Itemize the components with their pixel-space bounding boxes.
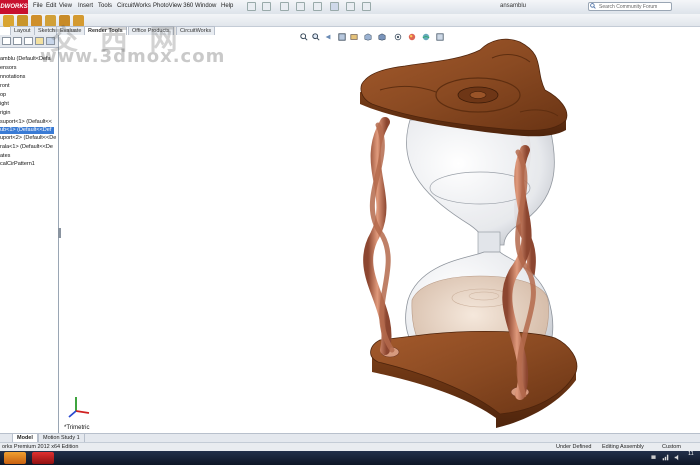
tree-item-tub-1[interactable]: ub<1> (Default<<Def — [0, 127, 55, 134]
glass-neck — [477, 231, 501, 255]
graphics-viewport[interactable] — [61, 35, 700, 433]
watermark-url: www.3dmox.com — [40, 46, 226, 67]
wooden-top-plate[interactable] — [360, 38, 568, 131]
taskbar-app-icon[interactable] — [4, 452, 26, 464]
tray-network-icon[interactable] — [662, 454, 669, 461]
menu-insert[interactable]: Insert — [78, 3, 93, 9]
search-input[interactable]: Search Community Forum — [588, 2, 672, 11]
taskbar-clock[interactable]: 11 — [688, 451, 694, 457]
menu-view[interactable]: View — [59, 3, 72, 9]
feature-manager-panel — [0, 35, 59, 433]
tray-volume-icon[interactable] — [674, 454, 681, 461]
configuration-manager-tab-icon[interactable] — [24, 37, 33, 45]
view-orientation-label: *Trimetric — [64, 425, 90, 431]
app-logo[interactable]: DWORKS — [0, 0, 28, 14]
display-manager-tab-icon[interactable] — [35, 37, 44, 45]
feature-tree-tab-icon[interactable] — [2, 37, 11, 45]
taskbar-solidworks-icon[interactable] — [32, 452, 54, 464]
tray-flag-icon[interactable] — [650, 454, 657, 461]
menu-window[interactable]: Window — [195, 3, 216, 9]
tab-layout[interactable]: Layout — [10, 26, 35, 35]
undo-icon[interactable] — [313, 2, 322, 11]
search-icon[interactable] — [590, 3, 596, 9]
rebuild-icon[interactable] — [346, 2, 355, 11]
tree-item-sensors[interactable]: ensors — [0, 65, 17, 72]
os-taskbar — [0, 451, 700, 465]
tree-item-origin[interactable]: rigin — [0, 110, 10, 117]
menu-file[interactable]: File — [33, 3, 43, 9]
print-icon[interactable] — [296, 2, 305, 11]
menu-edit[interactable]: Edit — [46, 3, 56, 9]
options-icon[interactable] — [362, 2, 371, 11]
new-document-icon[interactable] — [247, 2, 256, 11]
tree-item-suport-1[interactable]: suport<1> (Default<< — [0, 119, 52, 126]
tree-item-right-plane[interactable]: ight — [0, 101, 9, 108]
upper-glass-bulb[interactable] — [406, 119, 555, 246]
reference-triad-icon[interactable] — [66, 393, 92, 419]
tree-item-annotations[interactable]: nnotations — [0, 74, 25, 81]
tree-item-spirala-1[interactable]: rala<1> (Default<<De — [0, 144, 53, 151]
property-manager-tab-icon[interactable] — [13, 37, 22, 45]
tree-item-top-plane[interactable]: op — [0, 92, 6, 99]
menu-photoview[interactable]: PhotoView 360 — [153, 3, 193, 9]
tree-item-suport-2[interactable]: uport<2> (Default<<De — [0, 135, 56, 142]
menu-help[interactable]: Help — [221, 3, 233, 9]
tree-item-front-plane[interactable]: ront — [0, 83, 9, 90]
menu-circuitworks[interactable]: CircuitWorks — [117, 3, 151, 9]
top-plate-medallion-center — [469, 91, 487, 99]
menu-tools[interactable]: Tools — [98, 3, 112, 9]
tree-item-mates[interactable]: ates — [0, 153, 10, 160]
select-icon[interactable] — [330, 2, 339, 11]
tree-item-local-circular-pattern[interactable]: calCirPattern1 — [0, 161, 35, 168]
open-icon[interactable] — [262, 2, 271, 11]
document-title: ansamblu — [500, 3, 527, 9]
save-icon[interactable] — [280, 2, 289, 11]
